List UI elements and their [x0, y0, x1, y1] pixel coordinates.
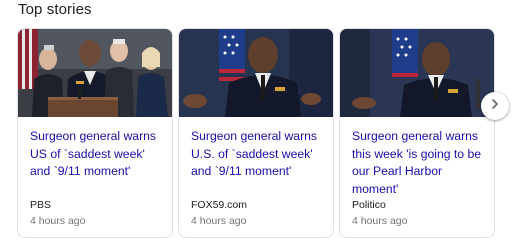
- story-source-2: FOX59.com: [191, 199, 248, 211]
- story-time-2: 4 hours ago: [191, 215, 247, 227]
- top-stories-carousel: Surgeon general warns US of `saddest wee…: [17, 28, 512, 240]
- story-time-1: 4 hours ago: [30, 215, 86, 227]
- carousel-next-button[interactable]: [481, 92, 509, 120]
- story-thumbnail-2[interactable]: [179, 29, 333, 117]
- story-thumbnail-1[interactable]: [18, 29, 172, 117]
- story-card-3[interactable]: Surgeon general warns this week 'is goin…: [339, 28, 495, 238]
- story-source-3: Politico: [352, 199, 386, 211]
- story-headline-2[interactable]: Surgeon general warns U.S. of `saddest w…: [191, 128, 329, 181]
- section-title: Top stories: [18, 1, 92, 18]
- story-time-3: 4 hours ago: [352, 215, 408, 227]
- story-headline-3[interactable]: Surgeon general warns this week 'is goin…: [352, 128, 490, 198]
- story-thumbnail-3[interactable]: [340, 29, 494, 117]
- story-headline-1[interactable]: Surgeon general warns US of `saddest wee…: [30, 128, 168, 181]
- chevron-right-icon: [489, 97, 501, 115]
- story-source-1: PBS: [30, 199, 52, 211]
- story-card-1[interactable]: Surgeon general warns US of `saddest wee…: [17, 28, 173, 238]
- story-card-2[interactable]: Surgeon general warns U.S. of `saddest w…: [178, 28, 334, 238]
